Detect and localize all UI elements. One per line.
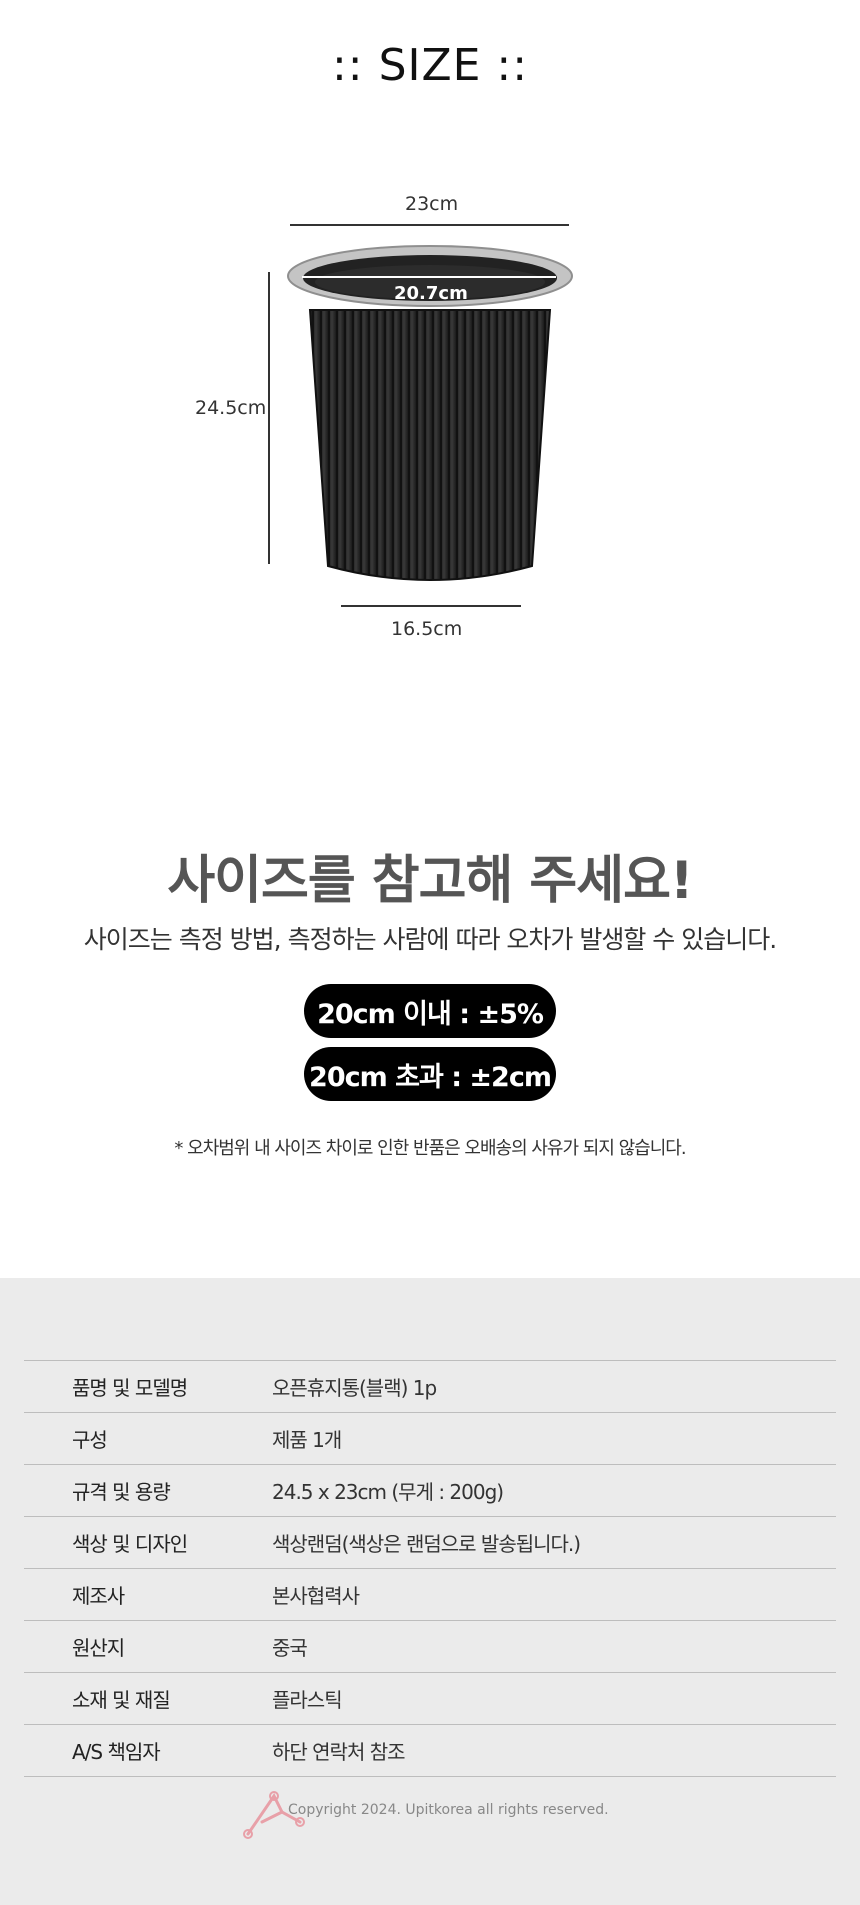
top-width-line xyxy=(290,224,569,226)
spec-label: 규격 및 용량 xyxy=(72,1480,171,1504)
spec-label: 소재 및 재질 xyxy=(72,1688,171,1712)
top-width-label: 23cm xyxy=(405,193,459,215)
spec-value: 색상랜덤(색상은 랜덤으로 발송됩니다.) xyxy=(272,1532,581,1556)
size-notice-headline: 사이즈를 참고해 주세요! xyxy=(167,851,693,911)
footer: Copyright 2024. Upitkorea all rights res… xyxy=(240,1786,620,1842)
height-label: 24.5cm xyxy=(195,397,267,419)
spec-section: 품명 및 모델명 오픈휴지통(블랙) 1p 구성 제품 1개 규격 및 용량 2… xyxy=(0,1278,860,1905)
spec-value: 오픈휴지통(블랙) 1p xyxy=(272,1376,437,1400)
spec-label: A/S 책임자 xyxy=(72,1740,161,1764)
spec-row: 구성 제품 1개 xyxy=(24,1413,836,1465)
inner-width-line xyxy=(302,276,556,278)
copyright-text: Copyright 2024. Upitkorea all rights res… xyxy=(288,1802,609,1818)
spec-value: 플라스틱 xyxy=(272,1688,343,1712)
inner-width-label: 20.7cm xyxy=(394,283,468,304)
tolerance-badge-over-20cm: 20cm 초과 : ±2cm xyxy=(304,1047,556,1101)
bottom-width-line xyxy=(341,605,521,607)
spec-label: 제조사 xyxy=(72,1584,125,1608)
tolerance-badge-under-20cm: 20cm 이내 : ±5% xyxy=(304,984,556,1038)
spec-value: 중국 xyxy=(272,1636,308,1660)
spec-value: 본사협력사 xyxy=(272,1584,360,1608)
spec-label: 구성 xyxy=(72,1428,108,1452)
spec-label: 품명 및 모델명 xyxy=(72,1376,188,1400)
spec-row: A/S 책임자 하단 연락처 참조 xyxy=(24,1725,836,1777)
spec-label: 원산지 xyxy=(72,1636,125,1660)
spec-row: 소재 및 재질 플라스틱 xyxy=(24,1673,836,1725)
spec-value: 하단 연락처 참조 xyxy=(272,1740,406,1764)
size-title: :: SIZE :: xyxy=(331,40,529,91)
bottom-width-label: 16.5cm xyxy=(391,618,463,640)
spec-row: 원산지 중국 xyxy=(24,1621,836,1673)
spec-table: 품명 및 모델명 오픈휴지통(블랙) 1p 구성 제품 1개 규격 및 용량 2… xyxy=(24,1360,836,1777)
return-disclaimer: * 오차범위 내 사이즈 차이로 인한 반품은 오배송의 사유가 되지 않습니다… xyxy=(174,1138,686,1159)
spec-label: 색상 및 디자인 xyxy=(72,1532,188,1556)
spec-row: 색상 및 디자인 색상랜덤(색상은 랜덤으로 발송됩니다.) xyxy=(24,1517,836,1569)
spec-row: 제조사 본사협력사 xyxy=(24,1569,836,1621)
height-line xyxy=(268,272,270,564)
spec-row: 규격 및 용량 24.5 x 23cm (무게 : 200g) xyxy=(24,1465,836,1517)
spec-row: 품명 및 모델명 오픈휴지통(블랙) 1p xyxy=(24,1361,836,1413)
spec-value: 24.5 x 23cm (무게 : 200g) xyxy=(272,1480,504,1504)
size-notice-subline: 사이즈는 측정 방법, 측정하는 사람에 따라 오차가 발생할 수 있습니다. xyxy=(83,925,777,954)
spec-value: 제품 1개 xyxy=(272,1428,342,1452)
